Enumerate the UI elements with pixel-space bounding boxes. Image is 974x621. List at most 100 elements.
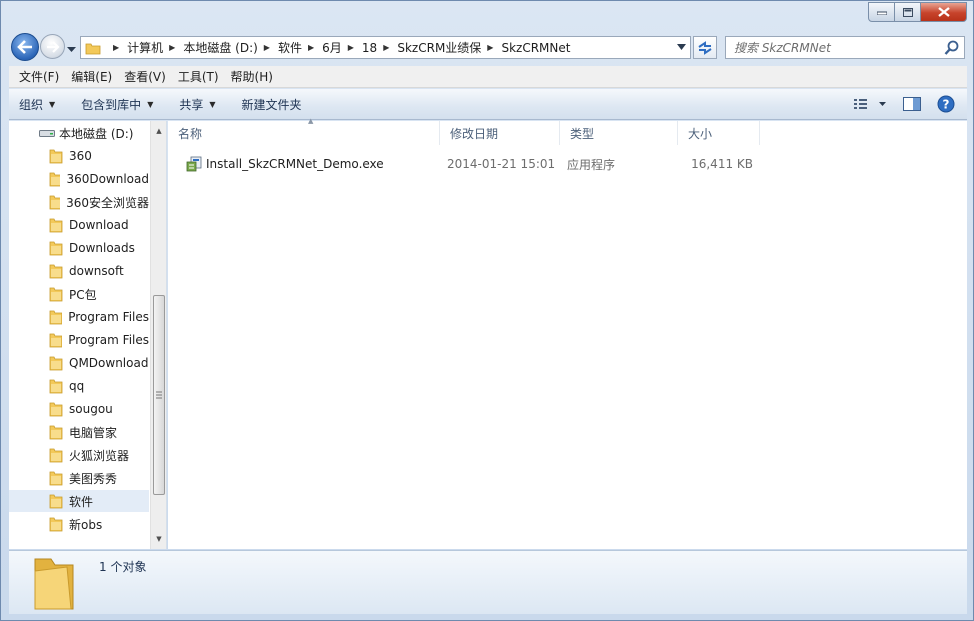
- organize-label: 组织: [19, 97, 44, 112]
- new-folder-button[interactable]: 新建文件夹: [242, 96, 302, 113]
- breadcrumb-separator-icon[interactable]: ▶: [487, 43, 493, 52]
- address-dropdown-icon[interactable]: [677, 43, 686, 51]
- explorer-window: ▶ 计算机 ▶ 本地磁盘 (D:) ▶ 软件 ▶ 6月 ▶ 18 ▶ SkzCR…: [0, 0, 974, 621]
- tree-item-folder[interactable]: 美图秀秀: [9, 467, 149, 489]
- breadcrumb-separator-icon[interactable]: ▶: [348, 43, 354, 52]
- column-header-label: 名称: [178, 126, 203, 141]
- search-input[interactable]: [734, 40, 934, 55]
- column-header-name[interactable]: 名称 ▲: [168, 117, 440, 145]
- scrollbar-thumb[interactable]: [153, 295, 165, 495]
- folder-icon: [49, 425, 63, 440]
- menu-tools[interactable]: 工具(T): [172, 68, 225, 85]
- breadcrumb-june[interactable]: 6月: [322, 39, 342, 56]
- new-folder-label: 新建文件夹: [241, 97, 302, 112]
- scroll-up-button[interactable]: ▲: [151, 123, 166, 139]
- folder-icon: [49, 471, 63, 486]
- tree-item-folder[interactable]: 360: [9, 145, 149, 167]
- file-type: 应用程序: [567, 157, 616, 172]
- file-name-cell[interactable]: Install_SkzCRMNet_Demo.exe: [186, 153, 384, 175]
- tree-item-folder[interactable]: 360Download: [9, 168, 149, 190]
- tree-item-label: 软件: [69, 494, 94, 509]
- maximize-icon: [902, 7, 913, 17]
- arrow-left-icon: [17, 40, 32, 54]
- tree-item-label: qq: [69, 379, 85, 393]
- breadcrumb-drive-d[interactable]: 本地磁盘 (D:): [183, 39, 257, 56]
- breadcrumb-separator-icon[interactable]: ▶: [264, 43, 270, 52]
- tree-item-label: 360: [69, 149, 92, 163]
- menu-view[interactable]: 查看(V): [118, 68, 172, 85]
- tree-item-folder-selected[interactable]: 软件: [9, 490, 149, 512]
- tree-item-folder[interactable]: sougou: [9, 398, 149, 420]
- breadcrumb-18[interactable]: 18: [362, 41, 377, 55]
- maximize-button[interactable]: [895, 2, 921, 22]
- tree-item-label: Download: [69, 218, 129, 232]
- tree-item-label: 360安全浏览器: [66, 195, 149, 210]
- tree-item-folder[interactable]: Program Files: [9, 329, 149, 351]
- tree-item-folder[interactable]: 360安全浏览器: [9, 191, 149, 213]
- menu-file[interactable]: 文件(F): [13, 68, 65, 85]
- breadcrumb-software[interactable]: 软件: [278, 39, 302, 56]
- breadcrumb-skzcrm[interactable]: SkzCRM业绩保: [397, 39, 481, 56]
- chevron-down-icon: ▼: [209, 99, 216, 109]
- tree-item-label: 美图秀秀: [69, 471, 118, 486]
- view-options-icon[interactable]: [853, 97, 887, 111]
- file-row[interactable]: Install_SkzCRMNet_Demo.exe 2014-01-21 15…: [182, 153, 762, 175]
- tree-item-label: PC包: [69, 287, 97, 302]
- folder-icon: [49, 517, 63, 532]
- column-header-label: 大小: [688, 126, 713, 141]
- caption-buttons: [868, 2, 967, 22]
- column-header-size[interactable]: 大小: [678, 121, 760, 145]
- search-icon[interactable]: [944, 40, 960, 56]
- tree-item-folder[interactable]: 电脑管家: [9, 421, 149, 443]
- tree-item-folder[interactable]: downsoft: [9, 260, 149, 282]
- column-header-type[interactable]: 类型: [560, 121, 678, 145]
- tree-item-folder[interactable]: Program Files: [9, 306, 149, 328]
- refresh-button[interactable]: [693, 36, 717, 59]
- tree-item-label: 本地磁盘 (D:): [59, 126, 134, 141]
- organize-button[interactable]: 组织 ▼: [19, 96, 55, 113]
- tree-item-folder[interactable]: qq: [9, 375, 149, 397]
- breadcrumb-separator-icon[interactable]: ▶: [383, 43, 389, 52]
- close-icon: [937, 7, 950, 17]
- folder-icon: [49, 241, 63, 256]
- include-in-library-button[interactable]: 包含到库中 ▼: [81, 96, 153, 113]
- tree-item-folder[interactable]: 火狐浏览器: [9, 444, 149, 466]
- menu-edit[interactable]: 编辑(E): [65, 68, 118, 85]
- close-button[interactable]: [921, 2, 967, 22]
- menu-help[interactable]: 帮助(H): [225, 68, 279, 85]
- scroll-down-button[interactable]: ▼: [151, 531, 166, 547]
- tree-item-folder[interactable]: Downloads: [9, 237, 149, 259]
- tree-item-label: 新obs: [69, 517, 103, 532]
- column-header-date[interactable]: 修改日期: [440, 121, 560, 145]
- minimize-button[interactable]: [868, 2, 895, 22]
- breadcrumb-separator-icon[interactable]: ▶: [113, 43, 119, 52]
- recent-pages-button[interactable]: [67, 42, 76, 56]
- minimize-icon: [876, 11, 887, 15]
- breadcrumb-computer[interactable]: 计算机: [127, 39, 163, 56]
- tree-item-drive-d[interactable]: 本地磁盘 (D:): [9, 122, 149, 144]
- preview-pane-icon[interactable]: [903, 97, 921, 111]
- svg-text:?: ?: [943, 98, 950, 112]
- installer-icon: [186, 156, 202, 172]
- breadcrumb-skzcrmnet[interactable]: SkzCRMNet: [501, 41, 570, 55]
- back-button[interactable]: [11, 33, 39, 61]
- breadcrumb-separator-icon[interactable]: ▶: [169, 43, 175, 52]
- tree-item-folder[interactable]: Download: [9, 214, 149, 236]
- breadcrumb-separator-icon[interactable]: ▶: [308, 43, 314, 52]
- tree-item-folder[interactable]: 新obs: [9, 513, 149, 535]
- help-icon[interactable]: ?: [937, 95, 955, 113]
- forward-button[interactable]: [40, 34, 65, 59]
- tree-item-folder[interactable]: QMDownload: [9, 352, 149, 374]
- folder-icon: [49, 149, 63, 164]
- item-count: 1 个对象: [99, 560, 147, 574]
- address-bar[interactable]: ▶ 计算机 ▶ 本地磁盘 (D:) ▶ 软件 ▶ 6月 ▶ 18 ▶ SkzCR…: [80, 36, 691, 59]
- tree-item-label: Program Files: [68, 310, 149, 324]
- search-box[interactable]: [725, 36, 965, 59]
- tree-item-folder[interactable]: PC包: [9, 283, 149, 305]
- tree-item-label: Downloads: [69, 241, 135, 255]
- share-button[interactable]: 共享 ▼: [179, 96, 215, 113]
- tree-item-label: 360Download: [66, 172, 149, 186]
- file-size: 16,411 KB: [691, 157, 753, 171]
- nav-scrollbar[interactable]: ▲ ▼: [150, 121, 166, 549]
- tree-item-label: downsoft: [69, 264, 124, 278]
